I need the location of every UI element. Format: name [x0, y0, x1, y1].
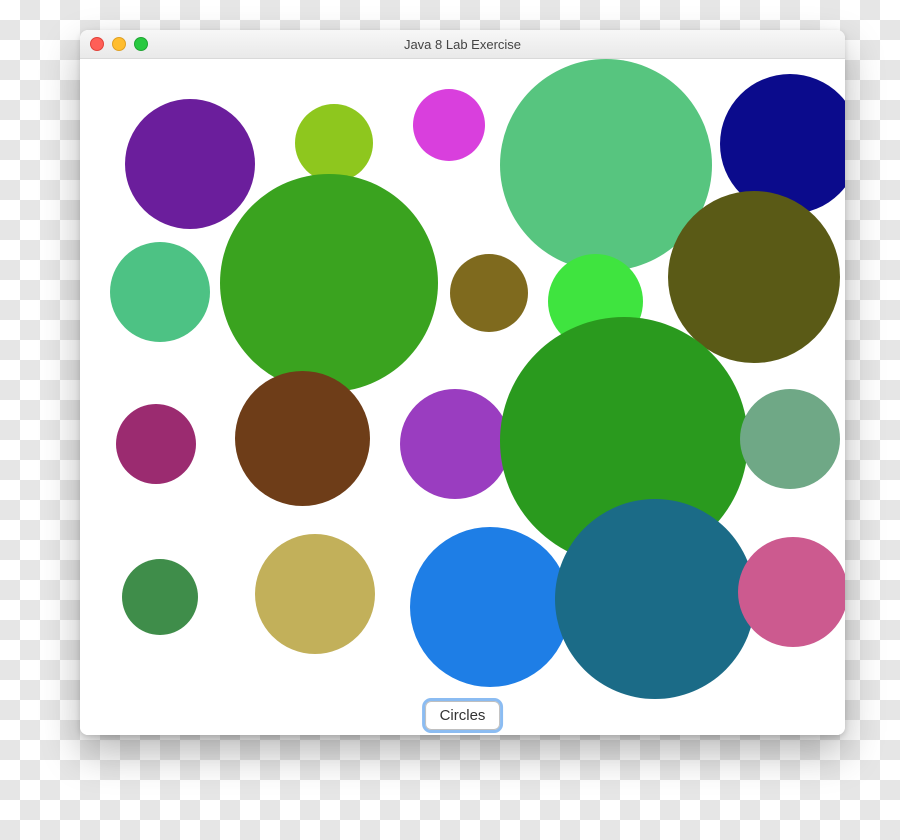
circle-brown-med-mid-left: [235, 371, 370, 506]
circle-khaki-med-bottom: [255, 534, 375, 654]
circle-green-xl-mid-left: [220, 174, 438, 392]
circle-magenta-small-top: [413, 89, 485, 161]
circle-pink-med-bottom-right: [738, 537, 845, 647]
circle-purple-large-top-left: [125, 99, 255, 229]
circle-olive-small-mid: [450, 254, 528, 332]
circle-blue-large-bottom: [410, 527, 570, 687]
circle-lime-small-top: [295, 104, 373, 182]
circle-maroon-small-left: [116, 404, 196, 484]
circle-olive-large-right: [668, 191, 840, 363]
circle-violet-med-mid: [400, 389, 510, 499]
app-window: Java 8 Lab Exercise Circles: [80, 30, 845, 735]
window-title: Java 8 Lab Exercise: [80, 37, 845, 52]
page-background: Java 8 Lab Exercise Circles: [0, 0, 900, 840]
circle-mint-med-left: [110, 242, 210, 342]
circle-teal-xl-bottom: [555, 499, 755, 699]
circle-forest-small-bottom-left: [122, 559, 198, 635]
drawing-canvas: Circles: [80, 59, 845, 735]
titlebar[interactable]: Java 8 Lab Exercise: [80, 30, 845, 59]
circles-button[interactable]: Circles: [425, 701, 501, 730]
circle-sage-med-right: [740, 389, 840, 489]
